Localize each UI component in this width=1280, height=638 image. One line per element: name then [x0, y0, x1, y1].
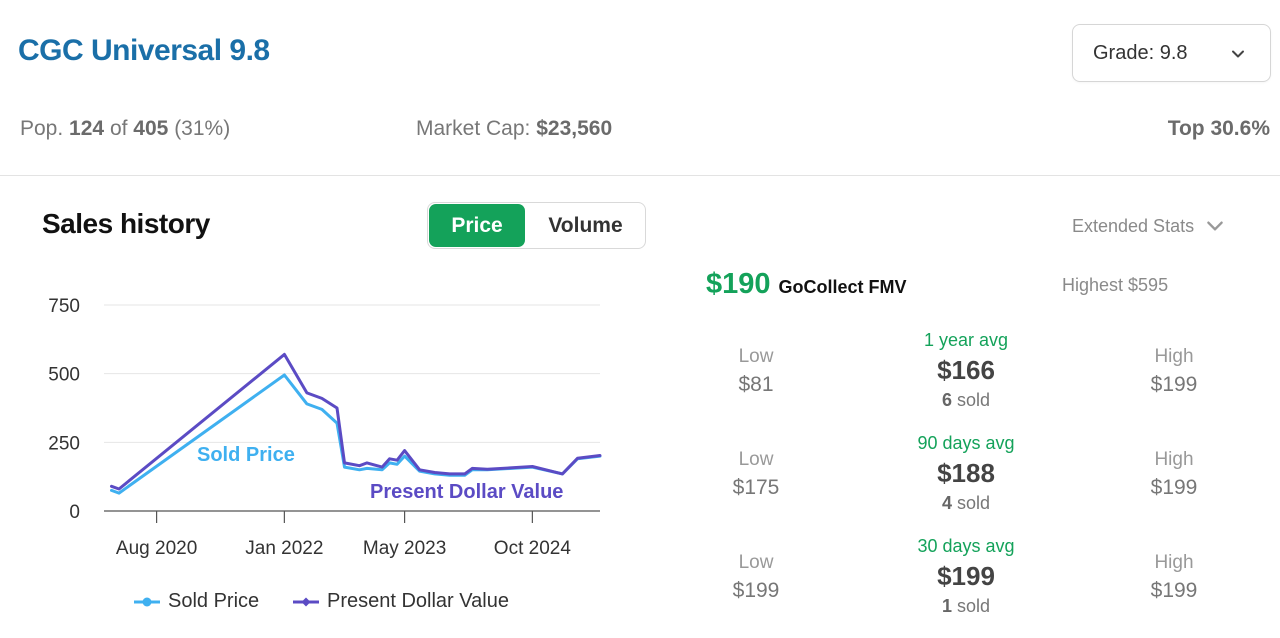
- sold-word: sold: [957, 493, 991, 513]
- extended-stats-button[interactable]: Extended Stats: [1072, 215, 1226, 237]
- page-title: CGC Universal 9.8: [18, 34, 270, 67]
- sales-history-chart: 750 500 250 0 Aug 2020 Jan 2022 May 2023 Oct 20…: [48, 296, 602, 559]
- fmv-display: $190 GoCollect FMV: [706, 268, 907, 301]
- legend-present-dollar-value[interactable]: Present Dollar Value: [293, 590, 509, 613]
- toggle-volume[interactable]: Volume: [526, 203, 645, 248]
- sold-word: sold: [957, 596, 991, 616]
- grade-dropdown-label: Grade: 9.8: [1093, 41, 1188, 64]
- high-label: High: [1154, 552, 1194, 573]
- pop-total: 405: [133, 117, 169, 140]
- high-stat: High $199: [1114, 449, 1234, 500]
- highest-price: Highest $595: [1062, 275, 1169, 295]
- high-label: High: [1154, 449, 1194, 470]
- low-stat: Low $175: [696, 449, 816, 500]
- high-stat: High $199: [1114, 346, 1234, 397]
- low-stat: Low $81: [696, 346, 816, 397]
- fmv-label: GoCollect FMV: [778, 277, 907, 297]
- low-value: $81: [738, 373, 774, 396]
- pop-count: 124: [69, 117, 105, 140]
- y-tick-label: 750: [48, 296, 80, 317]
- population-stat: Pop. 124 of 405 (31%): [20, 117, 230, 141]
- sales-history-title: Sales history: [42, 208, 210, 239]
- high-stat: High $199: [1114, 552, 1234, 603]
- high-value: $199: [1150, 373, 1198, 396]
- high-label: High: [1154, 346, 1194, 367]
- price-volume-toggle: Price Volume: [427, 202, 646, 249]
- low-stat: Low $199: [696, 552, 816, 603]
- y-tick-label: 500: [48, 365, 80, 386]
- high-value: $199: [1150, 579, 1198, 602]
- avg-value: $188: [937, 458, 995, 488]
- low-value: $175: [732, 476, 780, 499]
- market-cap-stat: Market Cap: $23,560: [416, 117, 612, 141]
- legend-label-present-dollar-value: Present Dollar Value: [327, 590, 509, 612]
- sold-number: 1: [941, 596, 952, 616]
- stat-block-30-days: Low $199 30 days avg $199 1 sold High $1…: [706, 536, 1226, 626]
- x-tick-label: Aug 2020: [116, 538, 197, 559]
- legend-sold-price[interactable]: Sold Price: [134, 590, 259, 613]
- sold-number: 6: [941, 390, 952, 410]
- extended-stats-label: Extended Stats: [1072, 215, 1195, 236]
- low-label: Low: [738, 346, 774, 367]
- pop-of: of: [109, 117, 128, 140]
- pop-prefix: Pop.: [20, 117, 64, 140]
- sold-number: 4: [941, 493, 952, 513]
- y-tick-label: 250: [48, 433, 80, 454]
- avg-stat: 90 days avg $188 4 sold: [866, 433, 1066, 514]
- low-label: Low: [738, 552, 774, 573]
- legend-marker-present-dollar-value: [293, 597, 319, 606]
- chevron-down-icon: [1207, 221, 1223, 231]
- toggle-price[interactable]: Price: [429, 204, 525, 247]
- section-divider: [0, 175, 1280, 176]
- stat-block-1-year: Low $81 1 year avg $166 6 sold High $199: [706, 330, 1226, 420]
- legend-label-sold-price: Sold Price: [168, 590, 260, 612]
- low-label: Low: [738, 449, 774, 470]
- x-tick-label: May 2023: [363, 538, 446, 559]
- y-tick-label: 0: [69, 502, 80, 523]
- high-value: $199: [1150, 476, 1198, 499]
- avg-value: $199: [937, 561, 995, 591]
- market-cap-label: Market Cap:: [416, 117, 531, 140]
- sold-word: sold: [957, 390, 991, 410]
- sold-count: 6 sold: [866, 390, 1066, 411]
- series-label-sold-price: Sold Price: [197, 444, 295, 466]
- avg-label: 90 days avg: [917, 433, 1015, 453]
- legend-marker-sold-price: [134, 597, 160, 606]
- top-percent-stat: Top 30.6%: [1167, 117, 1270, 140]
- series-label-present-dollar-value: Present Dollar Value: [370, 481, 563, 503]
- avg-value: $166: [937, 355, 995, 385]
- stat-block-90-days: Low $175 90 days avg $188 4 sold High $1…: [706, 433, 1226, 523]
- x-tick-label: Jan 2022: [245, 538, 323, 559]
- chevron-down-icon: [1232, 50, 1244, 58]
- fmv-value: $190: [706, 268, 771, 300]
- sold-count: 4 sold: [866, 493, 1066, 514]
- avg-label: 1 year avg: [923, 330, 1009, 350]
- sold-count: 1 sold: [866, 596, 1066, 617]
- x-tick-label: Oct 2024: [494, 538, 572, 559]
- avg-label: 30 days avg: [917, 536, 1015, 556]
- grade-dropdown[interactable]: Grade: 9.8: [1072, 24, 1271, 82]
- avg-stat: 30 days avg $199 1 sold: [866, 536, 1066, 617]
- market-cap-value: $23,560: [536, 117, 613, 140]
- avg-stat: 1 year avg $166 6 sold: [866, 330, 1066, 411]
- low-value: $199: [732, 579, 780, 602]
- pop-percent: (31%): [174, 117, 231, 140]
